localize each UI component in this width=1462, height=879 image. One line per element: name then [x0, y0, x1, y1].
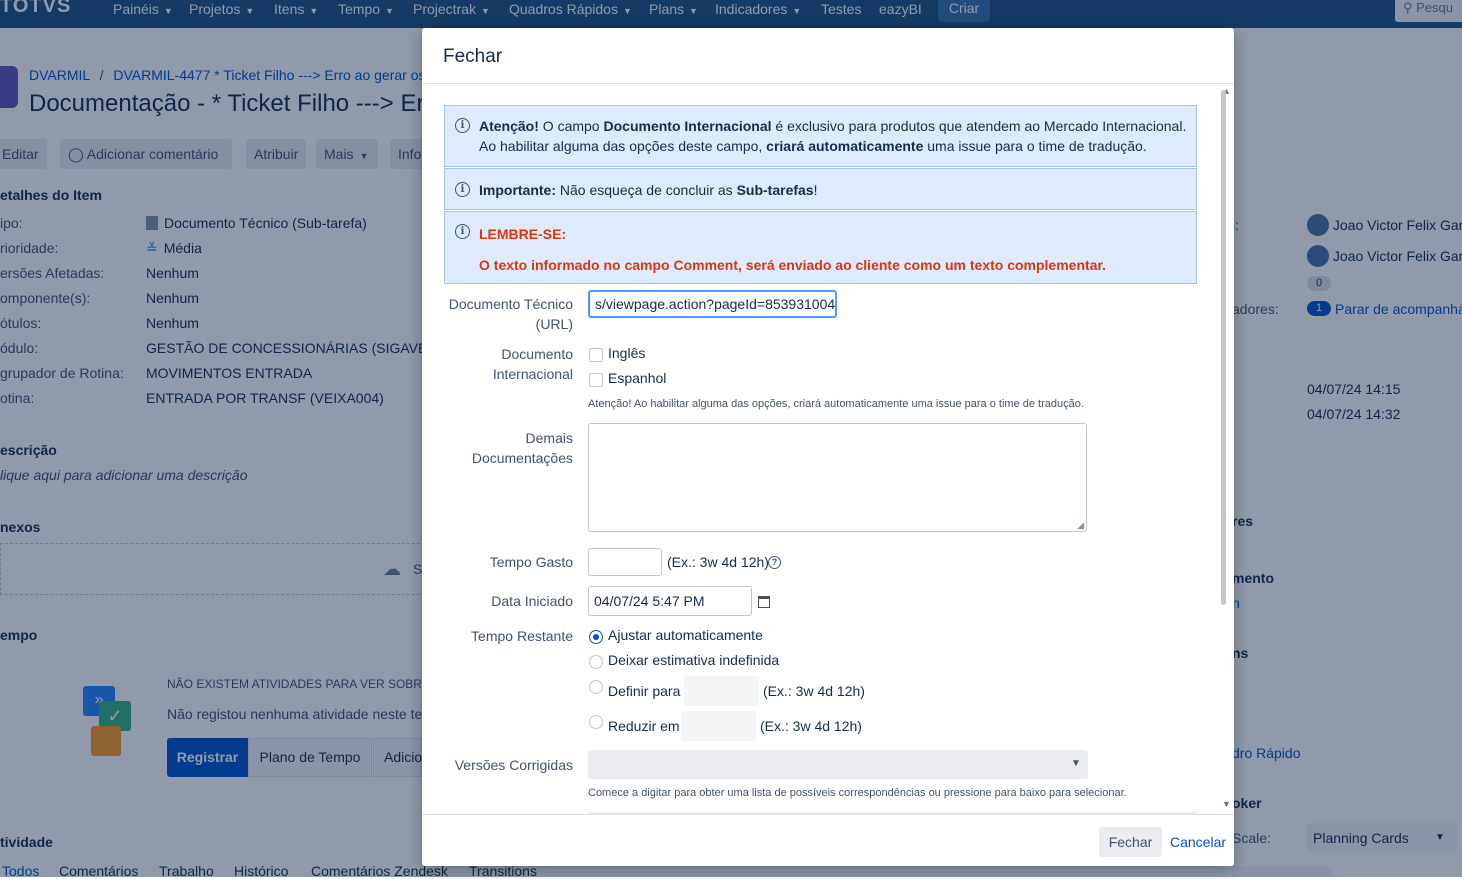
dialog-title: Fechar — [443, 46, 503, 67]
radio-set-to[interactable] — [589, 680, 603, 694]
doc-url-label: Documento Técnico (URL) — [448, 296, 573, 332]
important-text: Importante: Não esqueça de concluir as S… — [479, 182, 818, 198]
checkbox-ingles[interactable] — [589, 348, 603, 362]
close-issue-dialog: Fechar i Atenção! O campo Documento Inte… — [422, 28, 1234, 866]
cancel-link[interactable]: Cancelar — [1170, 834, 1226, 850]
radio-auto-adjust[interactable] — [589, 630, 603, 644]
radio-leave-estimate[interactable] — [589, 655, 603, 669]
other-docs-label: Demais Documentações — [471, 430, 573, 466]
reduce-by-hint: (Ex.: 3w 4d 12h) — [760, 718, 862, 734]
info-icon: i — [455, 182, 470, 197]
attention-message: i Atenção! O campo Documento Internacion… — [444, 105, 1197, 167]
checkbox-espanhol[interactable] — [589, 373, 603, 387]
date-started-input[interactable]: 04/07/24 5:47 PM — [588, 586, 752, 616]
other-docs-textarea[interactable]: ◢ — [588, 423, 1087, 532]
submit-close-button[interactable]: Fechar — [1099, 827, 1162, 857]
doc-url-input[interactable]: s/viewpage.action?pageId=853931004 — [588, 290, 837, 318]
important-message: i Importante: Não esqueça de concluir as… — [444, 168, 1197, 210]
fix-versions-help: Comece a digitar para obter uma lista de… — [588, 787, 1127, 799]
radio-reduce-by-label[interactable]: Reduzir em — [608, 718, 680, 734]
dialog-header: Fechar — [422, 28, 1234, 84]
checkbox-ingles-label[interactable]: Inglês — [608, 345, 645, 361]
scroll-down-icon[interactable]: ▼ — [1222, 799, 1231, 809]
radio-leave-estimate-label[interactable]: Deixar estimativa indefinida — [608, 652, 779, 668]
chevron-down-icon: ▼ — [1071, 758, 1081, 769]
time-spent-label: Tempo Gasto — [489, 554, 573, 570]
time-spent-hint: (Ex.: 3w 4d 12h) — [667, 554, 769, 570]
radio-reduce-by[interactable] — [589, 715, 603, 729]
attention-text-line2: Ao habilitar alguma das opções deste cam… — [479, 138, 1147, 154]
intl-help-text: Atenção! Ao habilitar alguma das opções,… — [588, 398, 1084, 410]
reduce-by-input[interactable] — [681, 711, 756, 741]
info-icon: i — [455, 224, 470, 239]
time-spent-input[interactable] — [588, 548, 662, 576]
intl-doc-label: Documento Internacional — [492, 346, 573, 382]
fix-versions-select[interactable]: ▼ — [588, 750, 1088, 779]
set-to-input[interactable] — [684, 676, 759, 706]
reminder-text: O texto informado no campo Comment, será… — [479, 257, 1107, 273]
set-to-hint: (Ex.: 3w 4d 12h) — [763, 683, 865, 699]
checkbox-espanhol-label[interactable]: Espanhol — [608, 370, 666, 386]
remaining-label: Tempo Restante — [471, 628, 573, 644]
calendar-icon[interactable] — [758, 596, 770, 608]
reminder-title: LEMBRE-SE: — [479, 226, 567, 242]
dialog-scrollbar[interactable] — [1221, 90, 1226, 605]
help-icon[interactable]: ? — [768, 556, 781, 569]
reminder-message: i LEMBRE-SE: O texto informado no campo … — [444, 211, 1197, 284]
dialog-footer: Fechar Cancelar — [422, 814, 1234, 866]
date-started-label: Data Iniciado — [491, 593, 573, 609]
attention-text-line1: Atenção! O campo Documento Internacional… — [479, 118, 1187, 134]
resize-handle-icon: ◢ — [1077, 520, 1084, 530]
fix-versions-label: Versões Corrigidas — [454, 757, 573, 773]
radio-auto-adjust-label[interactable]: Ajustar automaticamente — [608, 627, 763, 643]
radio-set-to-label[interactable]: Definir para — [608, 683, 680, 699]
info-icon: i — [455, 118, 470, 133]
